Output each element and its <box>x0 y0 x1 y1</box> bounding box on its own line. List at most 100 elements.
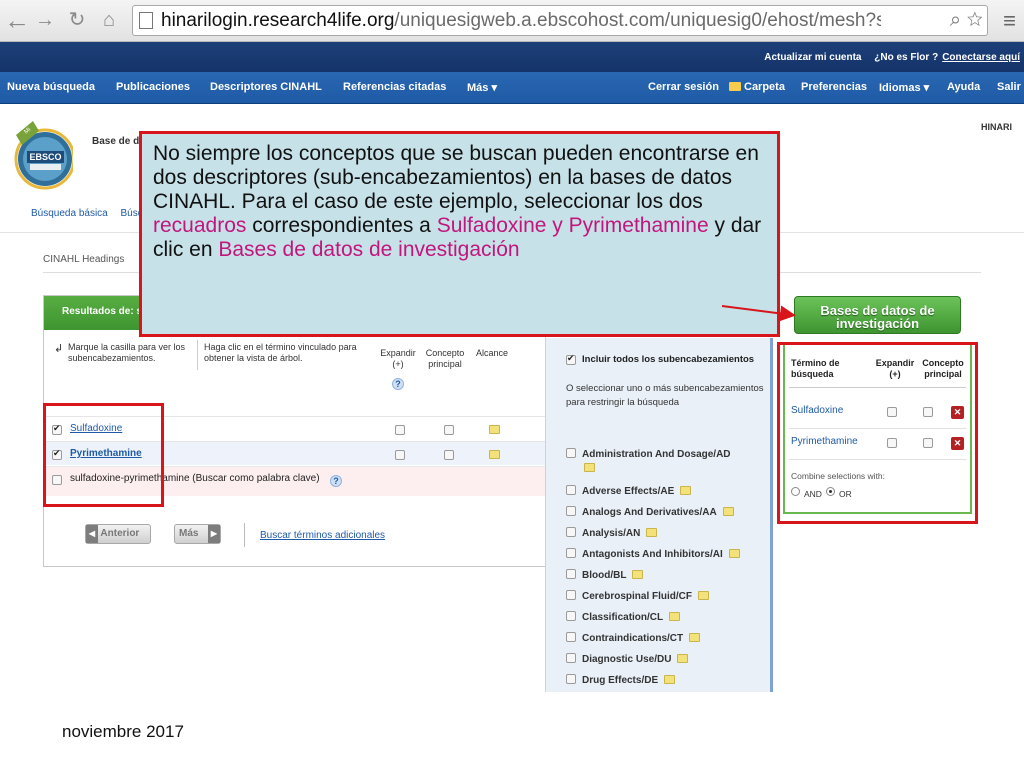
instruction-check: Marque la casilla para ver los subencabe… <box>68 342 186 363</box>
url-text[interactable]: hinarilogin.research4life.org/uniquesigw… <box>161 10 881 32</box>
back-arrow-icon[interactable]: ← <box>4 7 30 33</box>
scope-note-icon[interactable] <box>728 549 740 558</box>
subheading-item[interactable]: Antagonists And Inhibitors/AI <box>566 548 740 560</box>
explode-help-icon[interactable]: ? <box>392 378 404 390</box>
subheading-checkbox[interactable] <box>566 674 576 684</box>
scope-note-icon[interactable] <box>689 633 701 642</box>
nav-cinahl-descriptors[interactable]: Descriptores CINAHL <box>210 81 322 93</box>
subheading-checkbox[interactable] <box>566 527 576 537</box>
chevron-left-icon: ◀ <box>86 525 98 543</box>
instruction-divider <box>197 340 198 370</box>
scope-note-icon[interactable] <box>489 425 500 434</box>
scope-note-icon[interactable] <box>669 612 681 621</box>
subheading-checkbox[interactable] <box>566 611 576 621</box>
home-icon[interactable]: ⌂ <box>96 7 122 33</box>
reload-icon[interactable]: ↻ <box>64 7 90 33</box>
nav-publications[interactable]: Publicaciones <box>116 81 190 93</box>
subheading-checkbox[interactable] <box>566 590 576 600</box>
url-host: hinarilogin.research4life.org <box>161 10 395 31</box>
previous-label: Anterior <box>100 528 140 539</box>
nav-new-search[interactable]: Nueva búsqueda <box>7 81 95 93</box>
subheading-label: Analogs And Derivatives/AA <box>582 507 717 518</box>
scope-note-icon[interactable] <box>632 570 644 579</box>
subheading-checkbox[interactable] <box>566 548 576 558</box>
search-icon[interactable]: ⌕ <box>950 9 961 31</box>
database-label: Base de d <box>92 136 140 147</box>
next-button[interactable]: Más ▶ <box>174 524 221 544</box>
search-mode-nav: Búsqueda básica Búsq <box>31 208 153 219</box>
subheading-checkbox[interactable] <box>566 448 576 458</box>
utility-bar: Actualizar mi cuenta ¿No es Flor ? Conect… <box>0 42 1024 72</box>
hinari-label: HINARI <box>981 122 1012 132</box>
nav-preferences[interactable]: Preferencias <box>801 81 867 93</box>
instruction-callout: No siempre los conceptos que se buscan p… <box>139 131 780 337</box>
login-here-link[interactable]: Conectarse aquí <box>942 52 1020 63</box>
explode-checkbox[interactable] <box>395 450 405 460</box>
subheading-item[interactable]: Cerebrospinal Fluid/CF <box>566 590 710 602</box>
subheadings-panel: Incluir todos los subencabezamientos O s… <box>545 338 773 692</box>
logo-text: EBSCO <box>29 152 61 162</box>
scope-note-icon[interactable] <box>664 675 676 684</box>
scope-note-icon[interactable] <box>584 463 595 472</box>
subheading-label: Adverse Effects/AE <box>582 486 675 497</box>
subheading-item[interactable]: Analogs And Derivatives/AA <box>566 506 734 518</box>
chevron-right-icon: ▶ <box>208 525 220 543</box>
nav-cited-references[interactable]: Referencias citadas <box>343 81 446 93</box>
major-concept-checkbox[interactable] <box>444 450 454 460</box>
subheadings-note: O seleccionar uno o más subencabezamient… <box>566 383 764 408</box>
star-icon[interactable]: ☆ <box>967 9 983 31</box>
nav-help[interactable]: Ayuda <box>947 81 980 93</box>
main-nav: Nueva búsqueda Publicaciones Descriptore… <box>0 72 1024 104</box>
subheading-label: Contraindications/CT <box>582 633 684 644</box>
corner-arrow-icon: ↲ <box>54 343 64 355</box>
subheading-item[interactable]: Analysis/AN <box>566 527 658 539</box>
highlight-frame-rows <box>43 403 164 507</box>
nav-folder[interactable]: Carpeta <box>729 81 785 93</box>
subheading-checkbox[interactable] <box>566 569 576 579</box>
scope-note-icon[interactable] <box>489 450 500 459</box>
subheading-item[interactable]: Adverse Effects/AE <box>566 485 692 497</box>
subheading-checkbox[interactable] <box>566 506 576 516</box>
scope-note-icon[interactable] <box>698 591 710 600</box>
subheading-item[interactable]: Drug Effects/DE <box>566 674 676 686</box>
subheading-checkbox[interactable] <box>566 653 576 663</box>
folder-icon <box>729 82 741 91</box>
scope-note-icon[interactable] <box>646 528 658 537</box>
nav-languages[interactable]: Idiomas ▾ <box>879 81 929 94</box>
subheading-item[interactable]: Blood/BL <box>566 569 644 581</box>
instruction-click: Haga clic en el término vinculado para o… <box>204 342 357 363</box>
explode-checkbox[interactable] <box>395 425 405 435</box>
more-terms-link[interactable]: Buscar términos adicionales <box>260 530 385 541</box>
col-major-concept: Concepto principal <box>425 348 465 369</box>
basic-search-link[interactable]: Búsqueda básica <box>31 208 108 219</box>
address-bar-icons: ⌕ ☆ <box>950 9 983 32</box>
major-concept-checkbox[interactable] <box>444 425 454 435</box>
subheading-checkbox[interactable] <box>566 485 576 495</box>
nav-exit[interactable]: Salir <box>997 81 1021 93</box>
subheading-item[interactable]: Classification/CL <box>566 611 681 623</box>
previous-button[interactable]: ◀ Anterior <box>85 524 151 544</box>
menu-icon[interactable]: ≡ <box>1003 8 1016 34</box>
forward-arrow-icon[interactable]: → <box>32 7 58 33</box>
not-user-link[interactable]: ¿No es Flor ? <box>874 52 938 63</box>
update-account-link[interactable]: Actualizar mi cuenta <box>764 52 861 63</box>
callout-text: No siempre los conceptos que se buscan p… <box>153 142 759 213</box>
next-label: Más <box>179 528 199 539</box>
subheading-item[interactable]: Contraindications/CT <box>566 632 701 644</box>
nav-more[interactable]: Más ▾ <box>467 81 497 94</box>
scope-note-icon[interactable] <box>677 654 689 663</box>
address-bar[interactable]: hinarilogin.research4life.org/uniquesigw… <box>132 5 988 36</box>
search-databases-button[interactable]: Bases de datos de investigación <box>794 296 961 334</box>
subheading-checkbox[interactable] <box>566 632 576 642</box>
keyword-help-icon[interactable]: ? <box>330 475 342 487</box>
subheading-item[interactable]: Diagnostic Use/DU <box>566 653 689 665</box>
scope-note-icon[interactable] <box>722 507 734 516</box>
subheading-label: Drug Effects/DE <box>582 675 659 686</box>
subheading-label: Antagonists And Inhibitors/AI <box>582 549 723 560</box>
subheading-item[interactable]: Administration And Dosage/AD <box>566 448 731 460</box>
subheading-label: Diagnostic Use/DU <box>582 654 672 665</box>
callout-highlight-boxes: recuadros <box>153 214 247 237</box>
scope-note-icon[interactable] <box>680 486 692 495</box>
ebsco-host-logo[interactable]: Mi EBSCO <box>13 117 73 193</box>
nav-sign-out[interactable]: Cerrar sesión <box>648 81 719 93</box>
